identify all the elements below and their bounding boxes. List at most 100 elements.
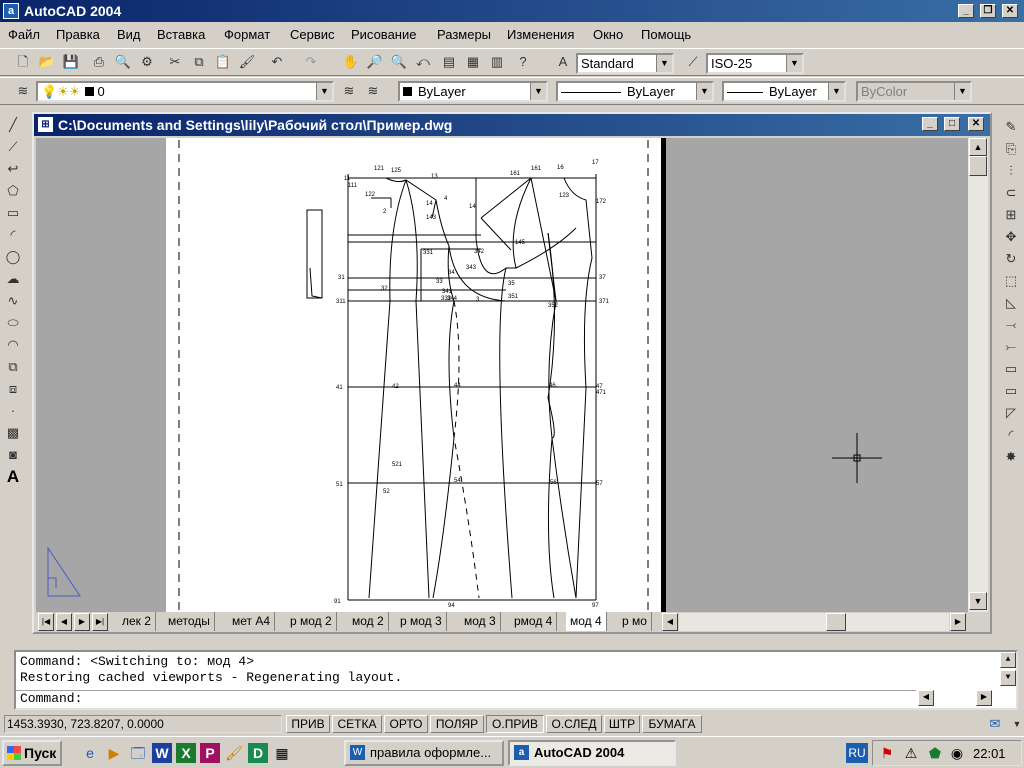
vertical-scrollbar[interactable]: ▲ ▼ xyxy=(968,138,988,612)
move-icon[interactable]: ✥ xyxy=(1000,226,1022,248)
cmd-scroll-up-icon[interactable]: ▲ xyxy=(1000,652,1016,668)
restore-button[interactable]: ❐ xyxy=(980,4,996,18)
chevron-down-icon[interactable]: ▼ xyxy=(828,83,844,100)
hscroll-thumb[interactable] xyxy=(826,613,846,631)
task-word-document[interactable]: Wправила оформле... xyxy=(344,740,504,766)
menu-tools[interactable]: Сервис xyxy=(290,27,335,42)
menu-draw[interactable]: Рисование xyxy=(351,27,416,42)
new-icon[interactable]: 🗋 xyxy=(12,51,34,73)
region-icon[interactable]: ◙ xyxy=(2,444,24,466)
construction-line-icon[interactable]: ⟋ xyxy=(2,136,24,158)
chevron-down-icon[interactable]: ▼ xyxy=(656,55,672,72)
color-select[interactable]: ByLayer ▼ xyxy=(398,81,548,102)
drawing-icon[interactable]: ⊞ xyxy=(38,117,53,132)
pan-icon[interactable]: ✋ xyxy=(340,51,362,73)
excel-icon[interactable]: X xyxy=(176,743,196,763)
design-center-icon[interactable]: ▦ xyxy=(462,51,484,73)
dim-style-icon[interactable]: ⟋ xyxy=(682,51,704,73)
layout-tab[interactable]: р мод 2 xyxy=(286,612,337,631)
lineweight-toggle[interactable]: ШТР xyxy=(604,715,640,733)
scroll-down-icon[interactable]: ▼ xyxy=(969,592,987,610)
layout-tab[interactable]: р мо xyxy=(618,612,652,631)
copy-icon[interactable]: ⧉ xyxy=(188,51,210,73)
revcloud-icon[interactable]: ☁ xyxy=(2,268,24,290)
tray-flag-icon[interactable]: ⚑ xyxy=(877,743,897,763)
match-properties-icon[interactable]: 🖌 xyxy=(236,51,258,73)
prev-tab-icon[interactable]: ◀ xyxy=(56,613,72,631)
close-button[interactable]: ✕ xyxy=(1002,4,1018,18)
menu-dimension[interactable]: Размеры xyxy=(437,27,491,42)
communication-center-icon[interactable]: ✉ xyxy=(984,713,1006,735)
insert-block-icon[interactable]: ⧉ xyxy=(2,356,24,378)
horizontal-scrollbar[interactable] xyxy=(679,613,949,631)
text-style-select[interactable]: Standard ▼ xyxy=(576,53,674,74)
polar-toggle[interactable]: ПОЛЯР xyxy=(430,715,484,733)
make-current-icon[interactable]: ≋ xyxy=(338,80,360,102)
stretch-icon[interactable]: ◺ xyxy=(1000,292,1022,314)
text-style-icon[interactable]: A xyxy=(552,51,574,73)
offset-icon[interactable]: ⊂ xyxy=(1000,182,1022,204)
polyline-icon[interactable]: ↩ xyxy=(2,158,24,180)
minimize-button[interactable]: _ xyxy=(958,4,974,18)
zoom-window-icon[interactable]: 🔍 xyxy=(388,51,410,73)
linetype-select[interactable]: ByLayer ▼ xyxy=(556,81,714,102)
chevron-down-icon[interactable]: ▼ xyxy=(696,83,712,100)
extend-icon[interactable]: ⤚ xyxy=(1000,336,1022,358)
open-icon[interactable]: 📂 xyxy=(36,51,58,73)
lineweight-select[interactable]: ByLayer ▼ xyxy=(722,81,846,102)
first-tab-icon[interactable]: |◀ xyxy=(38,613,54,631)
redo-icon[interactable]: ↷ xyxy=(300,51,322,73)
zoom-realtime-icon[interactable]: 🔎 xyxy=(364,51,386,73)
cut-icon[interactable]: ✂ xyxy=(164,51,186,73)
start-button[interactable]: Пуск xyxy=(2,740,62,766)
print-icon[interactable]: ⎙ xyxy=(88,51,110,73)
fillet-icon[interactable]: ◜ xyxy=(1000,424,1022,446)
language-indicator[interactable]: RU xyxy=(846,743,868,763)
ortho-toggle[interactable]: ОРТО xyxy=(384,715,428,733)
menu-insert[interactable]: Вставка xyxy=(157,27,205,42)
explorer-icon[interactable]: 🗔 xyxy=(128,743,148,763)
menu-file[interactable]: Файл xyxy=(8,27,40,42)
layer-previous-icon[interactable]: ≋ xyxy=(362,80,384,102)
line-icon[interactable]: ╱ xyxy=(2,114,24,136)
paste-icon[interactable]: 📋 xyxy=(212,51,234,73)
erase-icon[interactable]: ✎ xyxy=(1000,116,1022,138)
chevron-down-icon[interactable]: ▼ xyxy=(786,55,802,72)
ellipse-icon[interactable]: ⬭ xyxy=(2,312,24,334)
hatch-icon[interactable]: ▩ xyxy=(2,422,24,444)
explode-icon[interactable]: ✸ xyxy=(1000,446,1022,468)
dim-style-select[interactable]: ISO-25 ▼ xyxy=(706,53,804,74)
array-icon[interactable]: ⊞ xyxy=(1000,204,1022,226)
tray-network-icon[interactable]: ⚠ xyxy=(901,743,921,763)
layout-tab[interactable]: методы xyxy=(164,612,215,631)
tool-palettes-icon[interactable]: ▥ xyxy=(486,51,508,73)
ellipse-arc-icon[interactable]: ◠ xyxy=(2,334,24,356)
copy-object-icon[interactable]: ⎘ xyxy=(1000,138,1022,160)
autocad-icon[interactable]: a xyxy=(3,3,19,19)
menu-help[interactable]: Помощь xyxy=(641,27,691,42)
layer-manager-icon[interactable]: ≋ xyxy=(12,80,34,102)
word-icon[interactable]: W xyxy=(152,743,172,763)
layer-select[interactable]: 💡☀☀ 0 ▼ xyxy=(36,81,334,102)
scale-icon[interactable]: ⬚ xyxy=(1000,270,1022,292)
powerpoint-icon[interactable]: P xyxy=(200,743,220,763)
layout-tab[interactable]: мод 2 xyxy=(348,612,389,631)
polygon-icon[interactable]: ⬠ xyxy=(2,180,24,202)
paint-icon[interactable]: 🖌 xyxy=(224,743,244,763)
menu-modify[interactable]: Изменения xyxy=(507,27,574,42)
ie-icon[interactable]: e xyxy=(80,743,100,763)
layout-tab[interactable]: рмод 4 xyxy=(510,612,558,631)
menu-format[interactable]: Формат xyxy=(224,27,270,42)
drawing-canvas[interactable]: 11 111 121 125 13 14 4 143 122 2 331 342 33 34 … xyxy=(36,138,968,612)
menu-window[interactable]: Окно xyxy=(593,27,623,42)
rectangle-icon[interactable]: ▭ xyxy=(2,202,24,224)
statusbar-menu-icon[interactable]: ▼ xyxy=(1006,713,1024,735)
make-block-icon[interactable]: ⧈ xyxy=(2,378,24,400)
scroll-thumb[interactable] xyxy=(969,156,987,176)
chevron-down-icon[interactable]: ▼ xyxy=(530,83,546,100)
cmd-scroll-right-icon[interactable]: ▶ xyxy=(976,690,992,706)
tray-volume-icon[interactable]: ◉ xyxy=(947,743,967,763)
join-icon[interactable]: ▭ xyxy=(1000,380,1022,402)
layout-tab-active[interactable]: мод 4 xyxy=(566,612,607,631)
cmd-scroll-down-icon[interactable]: ▼ xyxy=(1000,670,1016,686)
